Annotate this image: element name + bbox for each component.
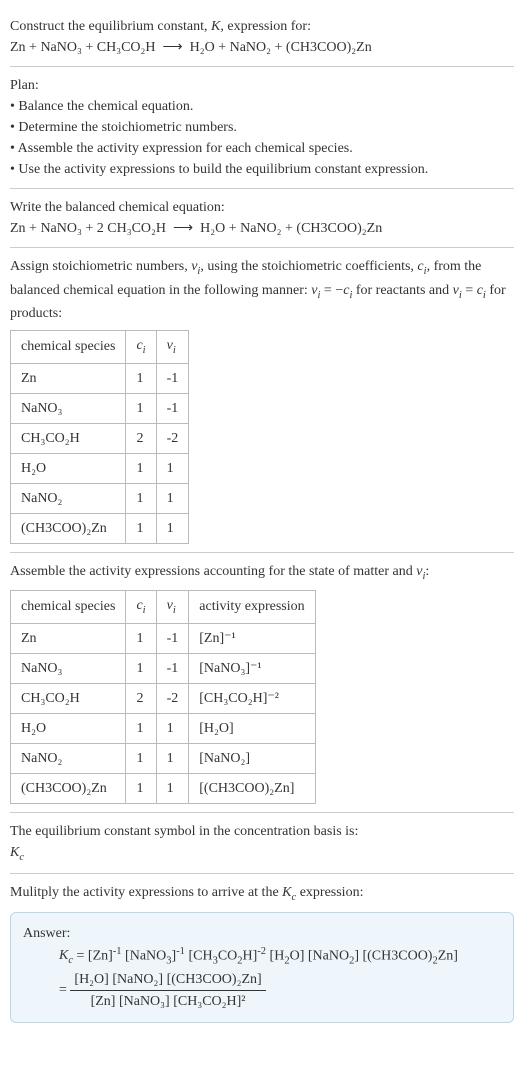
cell: 1 [126, 393, 156, 423]
cell: 1 [156, 513, 189, 543]
balanced-section: Write the balanced chemical equation: Zn… [10, 189, 514, 248]
answer-box: Answer: Kc = [Zn]-1 [NaNO3]-1 [CH3CO2H]-… [10, 912, 514, 1023]
table-row: NaNO₃1-1[NaNO₃]⁻¹ [11, 653, 316, 683]
symbol-line1: The equilibrium constant symbol in the c… [10, 821, 514, 842]
fraction-denominator: [Zn] [NaNO₃] [CH₃CO₂H]² [70, 991, 265, 1012]
cell: Zn [11, 623, 126, 653]
cell: CH₃CO₂H [11, 683, 126, 713]
cell: 1 [126, 363, 156, 393]
stoich-section: Assign stoichiometric numbers, νi, using… [10, 248, 514, 553]
activity-section: Assemble the activity expressions accoun… [10, 553, 514, 813]
plan-item: • Determine the stoichiometric numbers. [10, 117, 514, 138]
stoich-intro: Assign stoichiometric numbers, νi, using… [10, 256, 514, 324]
cell: 2 [126, 423, 156, 453]
cell: [NaNO₃]⁻¹ [189, 653, 315, 683]
col-header: chemical species [11, 331, 126, 364]
cell: 1 [126, 513, 156, 543]
answer-line1: Kc = [Zn]-1 [NaNO3]-1 [CH3CO2H]-2 [H2O] … [59, 944, 501, 969]
table-row: H₂O11[H₂O] [11, 713, 316, 743]
cell: -1 [156, 653, 189, 683]
activity-table: chemical species ci νi activity expressi… [10, 590, 316, 804]
header-equation: Zn + NaNO₃ + CH₃CO₂H ⟶ H₂O + NaNO₂ + (CH… [10, 37, 514, 58]
plan-section: Plan: • Balance the chemical equation. •… [10, 67, 514, 189]
header-section: Construct the equilibrium constant, K, e… [10, 8, 514, 67]
fraction: [H₂O] [NaNO₂] [(CH3COO)₂Zn] [Zn] [NaNO₃]… [70, 969, 265, 1012]
cell: -1 [156, 393, 189, 423]
table-row: NaNO₂11[NaNO₂] [11, 743, 316, 773]
title-text: Construct the equilibrium constant, K, e… [10, 16, 514, 37]
cell: H₂O [11, 453, 126, 483]
cell: 1 [126, 743, 156, 773]
cell: [(CH3COO)₂Zn] [189, 773, 315, 803]
col-header: νi [156, 591, 189, 624]
multiply-intro: Mulitply the activity expressions to arr… [10, 882, 514, 906]
cell: 1 [126, 773, 156, 803]
cell: (CH3COO)₂Zn [11, 773, 126, 803]
multiply-section: Mulitply the activity expressions to arr… [10, 874, 514, 1031]
cell: 1 [156, 773, 189, 803]
cell: [Zn]⁻¹ [189, 623, 315, 653]
cell: -1 [156, 363, 189, 393]
cell: 1 [126, 623, 156, 653]
cell: 1 [156, 483, 189, 513]
table-row: Zn1-1[Zn]⁻¹ [11, 623, 316, 653]
cell: -2 [156, 423, 189, 453]
cell: [NaNO₂] [189, 743, 315, 773]
cell: 1 [156, 743, 189, 773]
cell: [CH₃CO₂H]⁻² [189, 683, 315, 713]
activity-intro: Assemble the activity expressions accoun… [10, 561, 514, 585]
cell: 1 [126, 713, 156, 743]
fraction-numerator: [H₂O] [NaNO₂] [(CH3COO)₂Zn] [70, 969, 265, 991]
balanced-equation: Zn + NaNO₃ + 2 CH₃CO₂H ⟶ H₂O + NaNO₂ + (… [10, 218, 514, 239]
cell: NaNO₃ [11, 393, 126, 423]
cell: NaNO₃ [11, 653, 126, 683]
plan-item: • Balance the chemical equation. [10, 96, 514, 117]
answer-expression: Kc = [Zn]-1 [NaNO3]-1 [CH3CO2H]-2 [H2O] … [59, 944, 501, 1012]
table-row: NaNO₂11 [11, 483, 189, 513]
cell: NaNO₂ [11, 483, 126, 513]
symbol-line2: Kc [10, 842, 514, 866]
cell: 1 [156, 453, 189, 483]
cell: 1 [126, 453, 156, 483]
cell: CH₃CO₂H [11, 423, 126, 453]
balanced-heading: Write the balanced chemical equation: [10, 197, 514, 218]
cell: NaNO₂ [11, 743, 126, 773]
cell: 2 [126, 683, 156, 713]
col-header: activity expression [189, 591, 315, 624]
stoich-table: chemical species ci νi Zn1-1 NaNO₃1-1 CH… [10, 330, 189, 544]
col-header: chemical species [11, 591, 126, 624]
plan-heading: Plan: [10, 75, 514, 96]
equals-sign: = [59, 983, 70, 998]
table-header-row: chemical species ci νi [11, 331, 189, 364]
col-header: ci [126, 591, 156, 624]
cell: 1 [126, 483, 156, 513]
answer-line2: = [H₂O] [NaNO₂] [(CH3COO)₂Zn] [Zn] [NaNO… [59, 969, 501, 1012]
cell: Zn [11, 363, 126, 393]
table-row: (CH3COO)₂Zn11[(CH3COO)₂Zn] [11, 773, 316, 803]
table-row: (CH3COO)₂Zn11 [11, 513, 189, 543]
cell: [H₂O] [189, 713, 315, 743]
cell: -2 [156, 683, 189, 713]
plan-item: • Use the activity expressions to build … [10, 159, 514, 180]
col-header: ci [126, 331, 156, 364]
table-row: Zn1-1 [11, 363, 189, 393]
col-header: νi [156, 331, 189, 364]
cell: (CH3COO)₂Zn [11, 513, 126, 543]
cell: -1 [156, 623, 189, 653]
cell: 1 [156, 713, 189, 743]
symbol-section: The equilibrium constant symbol in the c… [10, 813, 514, 875]
table-row: CH₃CO₂H2-2[CH₃CO₂H]⁻² [11, 683, 316, 713]
cell: 1 [126, 653, 156, 683]
table-row: NaNO₃1-1 [11, 393, 189, 423]
table-row: H₂O11 [11, 453, 189, 483]
table-header-row: chemical species ci νi activity expressi… [11, 591, 316, 624]
table-row: CH₃CO₂H2-2 [11, 423, 189, 453]
plan-item: • Assemble the activity expression for e… [10, 138, 514, 159]
cell: H₂O [11, 713, 126, 743]
answer-label: Answer: [23, 923, 501, 944]
